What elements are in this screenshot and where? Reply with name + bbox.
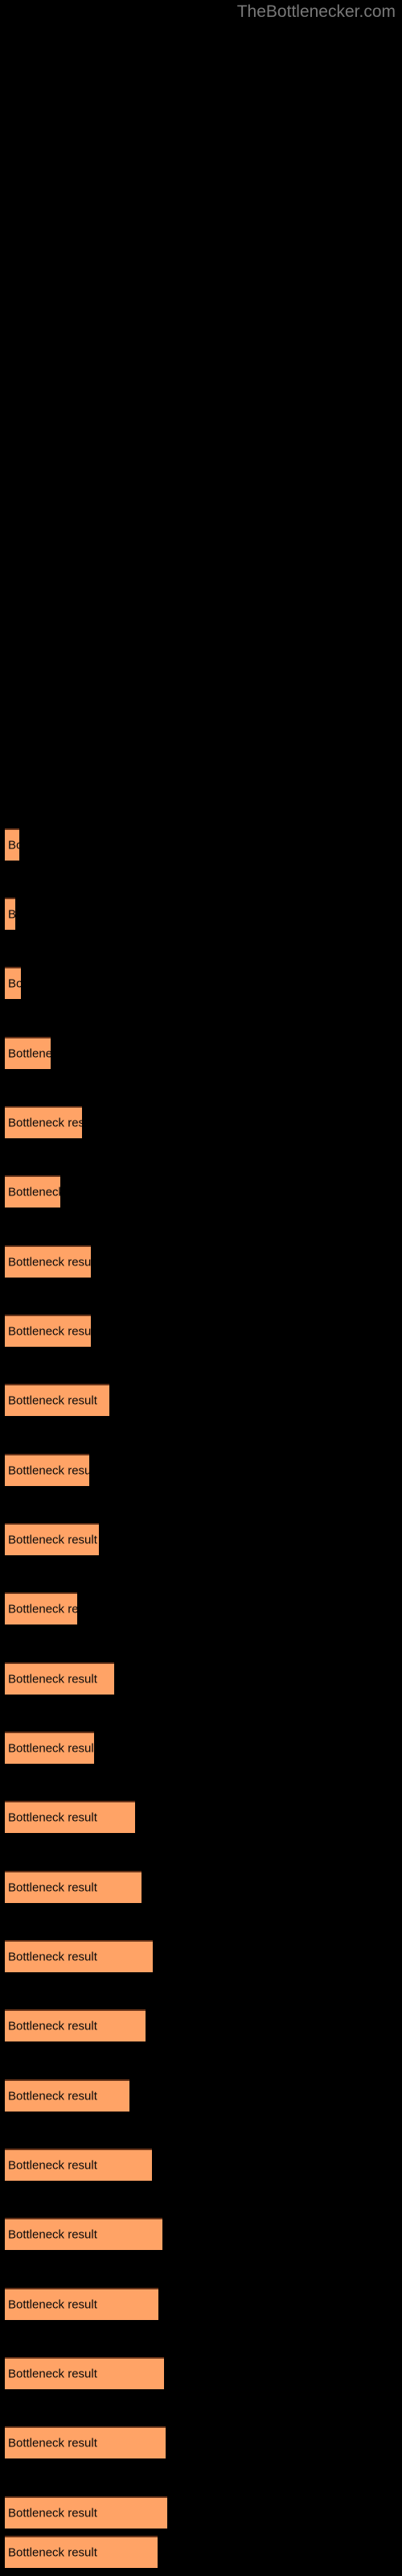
bar-1: Bottleneck result <box>5 828 19 861</box>
bar-19: Bottleneck result <box>5 2079 129 2112</box>
bar-14: Bottleneck result <box>5 1732 94 1764</box>
bar-label: Bottleneck result <box>8 2506 97 2520</box>
bar-label: Bottleneck result <box>8 2545 97 2560</box>
bar-label: Bottleneck result <box>8 2089 97 2103</box>
bar-label: Bottleneck result <box>8 908 15 922</box>
bar-6: Bottleneck result <box>5 1175 60 1208</box>
bar-label: Bottleneck result <box>8 1741 94 1756</box>
bar-22: Bottleneck result <box>5 2288 158 2320</box>
bar-18: Bottleneck result <box>5 2009 146 2041</box>
bar-label: Bottleneck result <box>8 1810 97 1825</box>
bar-9: Bottleneck result <box>5 1384 109 1416</box>
bar-label: Bottleneck result <box>8 1602 77 1616</box>
bar-13: Bottleneck result <box>5 1662 114 1695</box>
bar-24: Bottleneck result <box>5 2426 166 2458</box>
bar-23: Bottleneck result <box>5 2357 164 2389</box>
bar-12: Bottleneck result <box>5 1592 77 1624</box>
bar-label: Bottleneck result <box>8 2019 97 2033</box>
bar-label: Bottleneck result <box>8 2436 97 2450</box>
bar-label: Bottleneck result <box>8 1393 97 1408</box>
bar-label: Bottleneck result <box>8 2158 97 2173</box>
bar-label: Bottleneck result <box>8 1533 97 1547</box>
bar-3: Bottleneck result <box>5 967 21 999</box>
bar-chart-plot-area: Bottleneck result Bottleneck result Bottle… <box>0 0 402 2576</box>
bar-17: Bottleneck result <box>5 1940 153 1972</box>
bar-21: Bottleneck result <box>5 2218 162 2250</box>
bar-7: Bottleneck result <box>5 1245 91 1278</box>
bar-16: Bottleneck result <box>5 1871 142 1903</box>
bar-label: Bottleneck result <box>8 2367 97 2381</box>
bar-15: Bottleneck result <box>5 1801 135 1833</box>
bar-26: Bottleneck result <box>5 2536 158 2568</box>
bar-5: Bottleneck result <box>5 1106 82 1138</box>
bar-label: Bottleneck result <box>8 1880 97 1895</box>
bar-25: Bottleneck result <box>5 2496 167 2529</box>
bar-label: Bottleneck result <box>8 1324 91 1339</box>
bar-label: Bottleneck result <box>8 1255 91 1269</box>
bar-label: Bottleneck result <box>8 2297 97 2312</box>
bar-label: Bottleneck result <box>8 1950 97 1964</box>
bar-label: Bottleneck result <box>8 976 21 991</box>
bar-10: Bottleneck result <box>5 1454 89 1486</box>
bar-label: Bottleneck result <box>8 1116 82 1130</box>
bar-label: Bottleneck result <box>8 1046 51 1061</box>
bar-4: Bottleneck result <box>5 1037 51 1069</box>
bar-8: Bottleneck result <box>5 1315 91 1347</box>
bar-label: Bottleneck result <box>8 1463 89 1478</box>
bar-11: Bottleneck result <box>5 1523 99 1555</box>
bar-label: Bottleneck result <box>8 2227 97 2242</box>
bar-20: Bottleneck result <box>5 2149 152 2181</box>
bar-label: Bottleneck result <box>8 838 19 852</box>
bar-label: Bottleneck result <box>8 1672 97 1686</box>
bar-label: Bottleneck result <box>8 1185 60 1199</box>
bar-2: Bottleneck result <box>5 898 15 930</box>
